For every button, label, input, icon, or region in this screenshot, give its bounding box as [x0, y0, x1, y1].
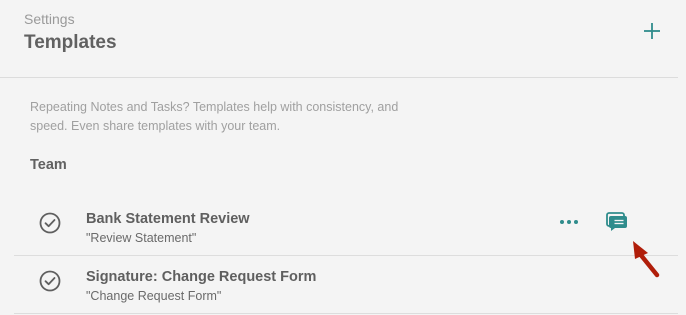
more-options-button[interactable]: [559, 213, 581, 229]
template-subtitle: "Change Request Form": [86, 289, 222, 303]
header-divider: [0, 77, 678, 78]
check-circle-icon: [39, 212, 61, 234]
more-icon-dot: [574, 220, 578, 224]
chat-icon: [606, 212, 627, 231]
templates-settings-page: Settings Templates Repeating Notes and T…: [0, 0, 686, 315]
chat-button[interactable]: [605, 210, 631, 232]
more-icon-dot: [560, 220, 564, 224]
template-subtitle: "Review Statement": [86, 231, 197, 245]
template-row[interactable]: Bank Statement Review "Review Statement": [14, 198, 678, 255]
add-template-button[interactable]: [640, 19, 664, 43]
check-circle-icon: [39, 270, 61, 292]
template-row[interactable]: Signature: Change Request Form "Change R…: [14, 256, 678, 313]
template-title: Signature: Change Request Form: [86, 269, 317, 285]
section-label-team: Team: [30, 157, 67, 173]
pointer-arrow-icon: [633, 241, 660, 278]
description-text: Repeating Notes and Tasks? Templates hel…: [30, 100, 399, 133]
page-title: Templates: [24, 32, 117, 53]
row-divider: [14, 313, 678, 314]
breadcrumb[interactable]: Settings: [24, 11, 75, 27]
more-icon-dot: [567, 220, 571, 224]
template-title: Bank Statement Review: [86, 211, 250, 227]
plus-icon: [644, 23, 660, 39]
